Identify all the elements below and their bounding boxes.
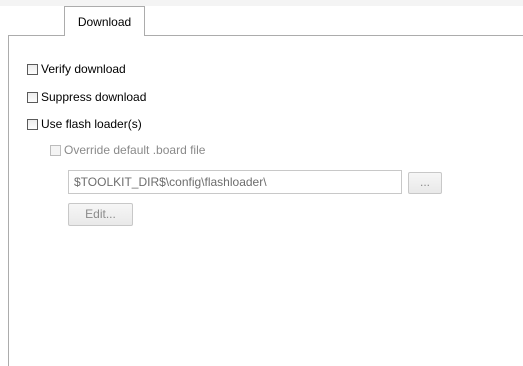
override-board-file-label: Override default .board file — [64, 143, 206, 157]
checkbox-box[interactable] — [50, 144, 61, 156]
debugger-download-page: Download Verify download Suppress downlo… — [0, 0, 523, 366]
tab-page-panel — [8, 35, 523, 366]
tab-download[interactable]: Download — [64, 6, 145, 36]
verify-download-label: Verify download — [41, 62, 126, 76]
verify-download-checkbox[interactable]: Verify download — [27, 61, 126, 77]
tab-download-label: Download — [77, 15, 132, 29]
browse-button[interactable]: ... — [408, 172, 442, 194]
checkbox-box[interactable] — [27, 63, 38, 75]
suppress-download-label: Suppress download — [41, 90, 147, 104]
use-flash-loaders-checkbox[interactable]: Use flash loader(s) — [27, 116, 142, 132]
use-flash-loaders-label: Use flash loader(s) — [41, 117, 142, 131]
edit-button[interactable]: Edit... — [68, 203, 133, 226]
checkbox-box[interactable] — [27, 118, 38, 130]
suppress-download-checkbox[interactable]: Suppress download — [27, 89, 146, 105]
board-file-path-field[interactable]: $TOOLKIT_DIR$\config\flashloader\ — [68, 170, 402, 194]
override-board-file-checkbox[interactable]: Override default .board file — [50, 142, 205, 158]
checkbox-box[interactable] — [27, 91, 38, 103]
